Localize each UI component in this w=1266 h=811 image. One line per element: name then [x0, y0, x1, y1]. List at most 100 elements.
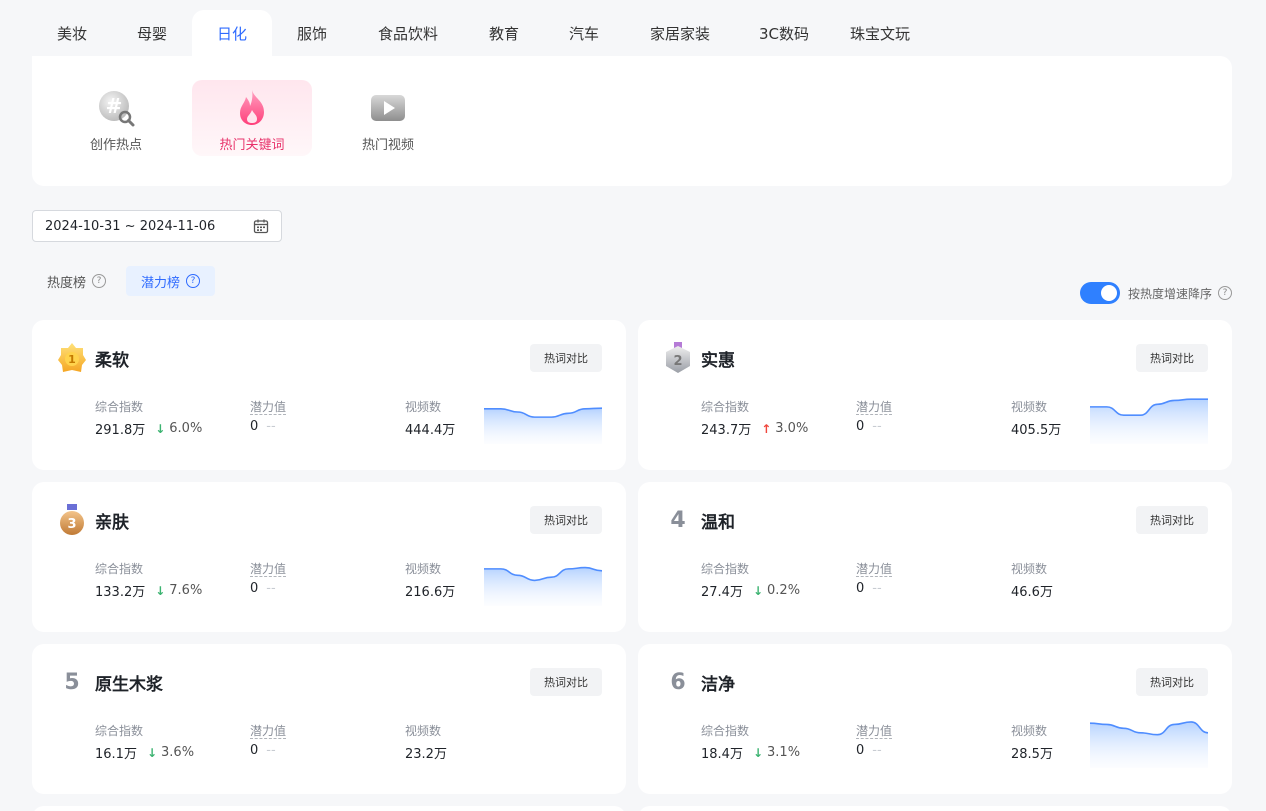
- rank-tab-label: 潜力榜: [141, 275, 181, 291]
- svg-text:2: 2: [673, 354, 682, 369]
- arrow-down-icon: ↓: [155, 421, 166, 436]
- potential-value-stat: 潜力值 0 --: [856, 722, 893, 758]
- stat-label: 综合指数: [701, 400, 750, 414]
- sub-nav-label: 热门视频: [361, 138, 414, 153]
- stat-label: 综合指数: [95, 400, 144, 414]
- rank-tab-potential[interactable]: 潜力榜?: [126, 266, 216, 296]
- stat-label: 综合指数: [95, 562, 144, 576]
- help-icon[interactable]: ?: [186, 274, 201, 288]
- video-count-stat: 视频数 444.4万: [405, 398, 455, 438]
- trend-percent: 7.6%: [169, 583, 203, 598]
- sub-nav-label: 创作热点: [89, 138, 142, 153]
- help-icon[interactable]: ?: [92, 274, 107, 288]
- arrow-down-icon: ↓: [146, 745, 158, 760]
- video-count-value: 405.5万: [1011, 423, 1062, 438]
- video-count-stat: 视频数 216.6万: [405, 560, 455, 600]
- stat-label[interactable]: 潜力值: [250, 562, 287, 577]
- keyword-title[interactable]: 亲肤: [95, 508, 129, 533]
- stat-label: 视频数: [1011, 562, 1048, 576]
- calendar-icon[interactable]: [253, 218, 269, 238]
- composite-index-value: 16.1万: [95, 747, 137, 762]
- category-tab-maternal[interactable]: 母婴: [112, 10, 192, 56]
- sparkline-area: [1090, 721, 1208, 768]
- keyword-card[interactable]: 3 亲肤 热词对比 综合指数 133.2万 ↓ 7.6% 潜力值 0 -- 视频…: [32, 482, 626, 632]
- category-tab-jewelry[interactable]: 珠宝文玩: [832, 10, 928, 56]
- sub-nav-label: 热门关键词: [219, 138, 285, 153]
- keyword-title[interactable]: 温和: [701, 508, 735, 533]
- stat-label: 视频数: [405, 562, 442, 576]
- stat-label[interactable]: 潜力值: [250, 724, 287, 739]
- category-tab-education[interactable]: 教育: [464, 10, 544, 56]
- stat-label: 视频数: [1011, 724, 1048, 738]
- keyword-card[interactable]: 4 温和 热词对比 综合指数 27.4万 ↓ 0.2% 潜力值 0 -- 视频数…: [638, 482, 1232, 632]
- sort-toggle-switch[interactable]: [1080, 282, 1120, 304]
- sparkline-area: [484, 408, 602, 444]
- fire-icon: [232, 88, 272, 128]
- potential-change: --: [266, 743, 276, 758]
- arrow-down-icon: ↓: [752, 745, 764, 760]
- toggle-knob: [1101, 285, 1117, 301]
- sort-toggle-group: 按热度增速降序 ?: [1080, 282, 1233, 304]
- trend-percent: 3.1%: [767, 745, 801, 760]
- hashtag-search-icon: #: [96, 88, 136, 128]
- keyword-card[interactable]: 5 原生木浆 热词对比 综合指数 16.1万 ↓ 3.6% 潜力值 0 -- 视…: [32, 644, 626, 794]
- sub-nav-creative-hotspot[interactable]: # 创作热点: [56, 80, 176, 156]
- category-tab-apparel[interactable]: 服饰: [272, 10, 352, 56]
- keyword-title[interactable]: 柔软: [95, 346, 129, 371]
- rank-number: 5: [64, 669, 80, 695]
- category-tab-auto[interactable]: 汽车: [544, 10, 624, 56]
- sub-nav-hot-videos[interactable]: 热门视频: [328, 80, 448, 156]
- composite-index-stat: 综合指数 133.2万 ↓ 7.6%: [95, 560, 202, 600]
- sub-nav-hot-keywords[interactable]: 热门关键词: [192, 80, 312, 156]
- compare-keyword-button[interactable]: 热词对比: [1136, 668, 1208, 696]
- rank-number: 4: [670, 507, 686, 533]
- category-tab-food[interactable]: 食品饮料: [352, 10, 464, 56]
- compare-keyword-button[interactable]: 热词对比: [1136, 344, 1208, 372]
- composite-index-value: 243.7万: [701, 423, 752, 438]
- stat-label[interactable]: 潜力值: [856, 400, 893, 415]
- keyword-title[interactable]: 实惠: [701, 346, 735, 371]
- trend-percent: 6.0%: [169, 421, 203, 436]
- rank-tab-heat[interactable]: 热度榜?: [32, 266, 121, 296]
- category-tab-3c[interactable]: 3C数码: [736, 10, 832, 56]
- category-tab-beauty[interactable]: 美妆: [32, 10, 112, 56]
- compare-keyword-button[interactable]: 热词对比: [530, 344, 602, 372]
- stat-label[interactable]: 潜力值: [856, 562, 893, 577]
- stat-label[interactable]: 潜力值: [250, 400, 287, 415]
- potential-value: 0: [250, 743, 259, 758]
- date-range-picker[interactable]: 2024-10-31 ~ 2024-11-06: [32, 210, 282, 242]
- compare-keyword-button[interactable]: 热词对比: [1136, 506, 1208, 534]
- potential-value-stat: 潜力值 0 --: [250, 560, 287, 596]
- video-count-stat: 视频数 405.5万: [1011, 398, 1061, 438]
- keyword-card[interactable]: 1 柔软 热词对比 综合指数 291.8万 ↓ 6.0% 潜力值 0 -- 视频…: [32, 320, 626, 470]
- stat-label: 综合指数: [701, 724, 750, 738]
- compare-keyword-button[interactable]: 热词对比: [530, 668, 602, 696]
- potential-value-stat: 潜力值 0 --: [250, 722, 287, 758]
- composite-index-value: 133.2万: [95, 585, 146, 600]
- stat-label: 视频数: [405, 724, 442, 738]
- rank-number: 6: [670, 669, 686, 695]
- rank-tab-label: 热度榜: [47, 275, 87, 291]
- potential-value: 0: [250, 419, 259, 434]
- category-tab-daily[interactable]: 日化: [192, 10, 272, 56]
- keyword-title[interactable]: 洁净: [701, 670, 735, 695]
- potential-change: --: [872, 743, 882, 758]
- potential-value-stat: 潜力值 0 --: [856, 560, 893, 596]
- category-tabs: 美妆 母婴 日化 服饰 食品饮料 教育 汽车 家居家装 3C数码 珠宝文玩: [32, 10, 928, 56]
- keyword-card[interactable]: 2 实惠 热词对比 综合指数 243.7万 ↑ 3.0% 潜力值 0 -- 视频…: [638, 320, 1232, 470]
- stat-label: 视频数: [1011, 400, 1048, 414]
- help-icon[interactable]: ?: [1218, 286, 1233, 300]
- stat-label[interactable]: 潜力值: [856, 724, 893, 739]
- composite-index-value: 18.4万: [701, 747, 743, 762]
- compare-keyword-button[interactable]: 热词对比: [530, 506, 602, 534]
- video-count-stat: 视频数 46.6万: [1011, 560, 1053, 600]
- arrow-down-icon: ↓: [155, 583, 166, 598]
- trend-sparkline: [484, 380, 603, 444]
- keyword-title[interactable]: 原生木浆: [95, 670, 163, 695]
- rank-medal-icon: 2: [662, 342, 694, 374]
- category-tab-home[interactable]: 家居家装: [624, 10, 736, 56]
- keyword-card[interactable]: 6 洁净 热词对比 综合指数 18.4万 ↓ 3.1% 潜力值 0 -- 视频数…: [638, 644, 1232, 794]
- sub-nav-panel: # 创作热点 热门关键词 热门视频: [32, 56, 1232, 186]
- composite-index-stat: 综合指数 291.8万 ↓ 6.0%: [95, 398, 202, 438]
- composite-index-value: 27.4万: [701, 585, 743, 600]
